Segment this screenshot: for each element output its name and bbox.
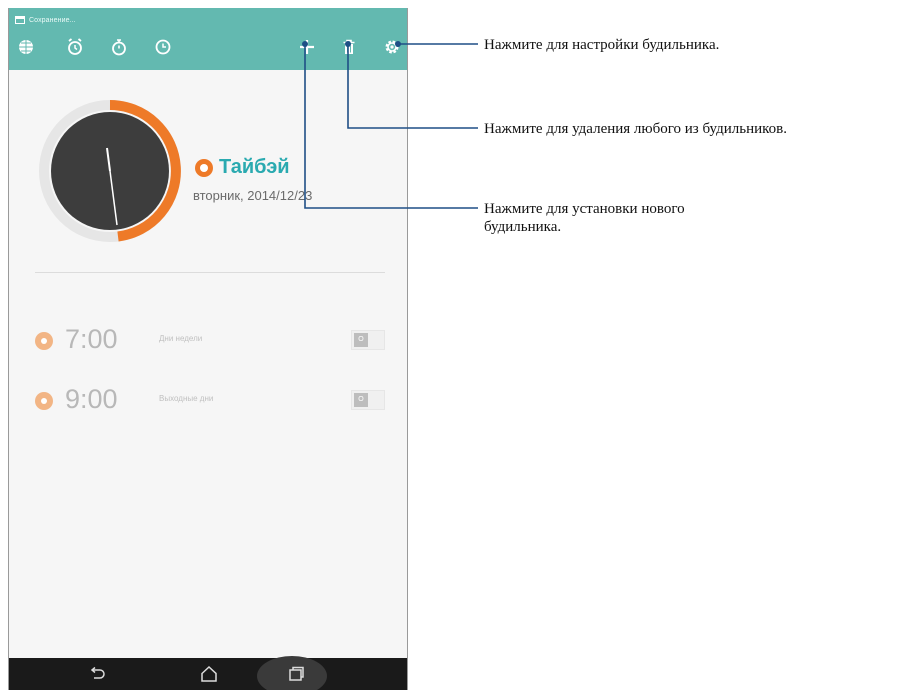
city-row: Тайбэй <box>195 156 290 179</box>
phone-screen: Сохранение... Тайбэй вторник, 2014/12/23… <box>8 8 408 690</box>
alarm-item[interactable]: 9:00 Выходные дни О <box>33 380 393 420</box>
home-icon[interactable] <box>198 664 220 684</box>
alarm-clock-icon[interactable] <box>64 36 86 58</box>
city-date: вторник, 2014/12/23 <box>193 188 313 203</box>
stopwatch-icon[interactable] <box>108 36 130 58</box>
back-icon[interactable] <box>86 664 108 684</box>
add-callout: Нажмите для установки нового будильника. <box>484 200 685 236</box>
app-toolbar: Сохранение... <box>9 8 407 70</box>
navigation-bar <box>9 656 407 690</box>
alarm-time: 9:00 <box>65 384 118 414</box>
trash-icon[interactable] <box>338 36 360 58</box>
alarm-repeat-label: Дни недели <box>159 334 203 343</box>
world-clock-dial <box>35 96 185 246</box>
alarm-toggle[interactable]: О <box>351 330 385 350</box>
status-text: Сохранение... <box>29 16 76 24</box>
city-name: Тайбэй <box>219 156 290 178</box>
alarm-toggle[interactable]: О <box>351 390 385 410</box>
alarm-item[interactable]: 7:00 Дни недели О <box>33 320 393 360</box>
timer-icon[interactable] <box>152 36 174 58</box>
alarm-status-icon <box>35 332 53 350</box>
notification-icon <box>15 16 25 24</box>
add-callout-line1: Нажмите для установки нового <box>484 201 685 217</box>
alarm-time: 7:00 <box>65 324 118 354</box>
globe-icon[interactable] <box>15 36 37 58</box>
delete-callout: Нажмите для удаления любого из будильник… <box>484 121 787 137</box>
plus-icon[interactable] <box>296 36 318 58</box>
alarm-status-icon <box>35 392 53 410</box>
toggle-knob: О <box>354 333 368 347</box>
city-marker-icon <box>195 158 213 177</box>
alarm-repeat-label: Выходные дни <box>159 394 214 403</box>
add-callout-line2: будильника. <box>484 219 562 235</box>
toggle-knob: О <box>354 393 368 407</box>
gear-icon[interactable] <box>381 36 403 58</box>
settings-callout: Нажмите для настройки будильника. <box>484 37 720 53</box>
divider <box>35 272 385 273</box>
recent-apps-icon[interactable] <box>285 664 307 684</box>
status-bar: Сохранение... <box>15 14 76 26</box>
